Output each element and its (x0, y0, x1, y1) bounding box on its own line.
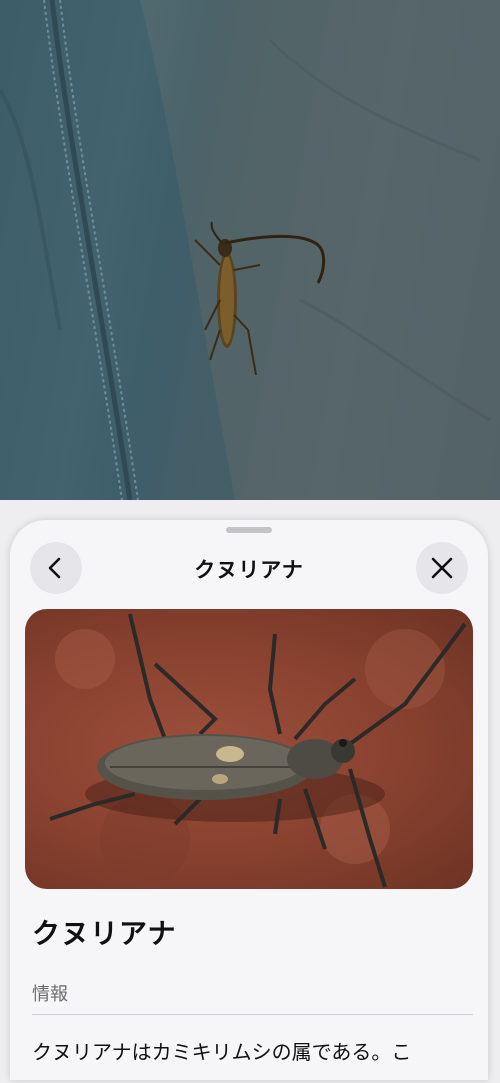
captured-photo-art (0, 0, 500, 500)
species-reference-art (49, 613, 467, 888)
species-reference-image (25, 609, 473, 889)
close-icon (431, 557, 453, 579)
species-description: クヌリアナはカミキリムシの属である。こ (32, 1040, 412, 1064)
close-button[interactable] (416, 542, 468, 594)
sheet-grabber-handle[interactable] (226, 527, 272, 533)
section-divider (32, 1014, 473, 1015)
species-name-heading: クヌリアナ (32, 917, 177, 950)
chevron-left-icon (48, 557, 61, 579)
species-detail-sheet: クヌリアナ クヌリアナ 情報 クヌリアナはカミキリムシの属である。こ (10, 520, 488, 1080)
info-section-label: 情報 (32, 984, 68, 1005)
back-button[interactable] (30, 542, 82, 594)
captured-photo (0, 0, 500, 500)
sheet-title: クヌリアナ (194, 558, 304, 582)
